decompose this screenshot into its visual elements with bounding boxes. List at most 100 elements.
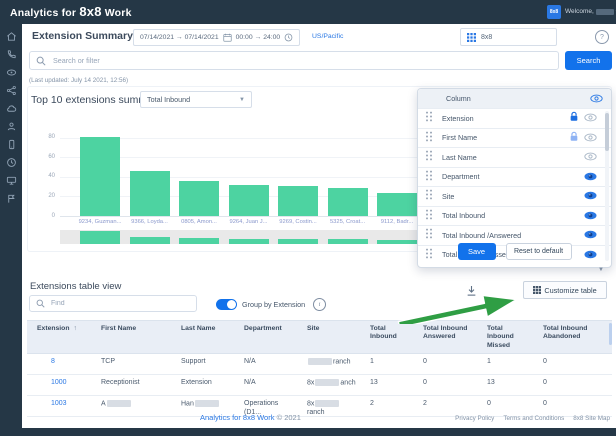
help-icon[interactable]: ? <box>595 30 609 44</box>
8x8-logo-icon: 8x8 <box>547 5 561 19</box>
search-button[interactable]: Search <box>565 51 612 70</box>
column-header-site[interactable]: Site <box>297 321 360 353</box>
drag-handle-icon[interactable] <box>425 129 433 147</box>
column-row-department[interactable]: Department <box>418 167 611 187</box>
sidebar-item-share[interactable] <box>4 86 18 98</box>
drag-handle-icon[interactable] <box>425 109 433 127</box>
eye-icon[interactable] <box>584 109 597 127</box>
sidebar-item-device[interactable] <box>4 140 18 152</box>
sort-ascending-icon: ↑ <box>73 325 76 332</box>
footer-link-8x8-site-map[interactable]: 8x8 Site Map <box>573 415 610 422</box>
footer-brand-link[interactable]: Analytics for 8x8 Work <box>200 413 274 422</box>
eye-all-icon[interactable] <box>590 94 603 103</box>
user-menu[interactable]: Welcome, ▾ <box>565 8 616 15</box>
eye-icon[interactable] <box>584 129 597 147</box>
column-row-site[interactable]: Site <box>418 186 611 206</box>
last-updated-text: (Last updated: July 14 2021, 12:56) <box>29 77 128 84</box>
sidebar-item-home[interactable] <box>4 32 18 44</box>
first-name-cell: TCP <box>91 354 171 374</box>
total-cell: 0 <box>413 354 477 374</box>
timezone-link[interactable]: US/Pacific <box>312 33 343 40</box>
metric-dropdown[interactable]: Total Inbound ▼ <box>140 91 252 108</box>
drag-handle-icon[interactable] <box>425 226 433 244</box>
column-header-total-inbound[interactable]: Total Inbound <box>360 321 413 353</box>
y-tick-label: 60 <box>27 154 55 160</box>
find-input[interactable] <box>49 299 190 308</box>
sidebar-item-phone[interactable] <box>4 50 18 62</box>
analytics-app: Analytics for 8x8 Work 8x8 Welcome, ▾ Ex… <box>0 0 616 436</box>
lock-icon[interactable] <box>569 109 579 127</box>
extension-link[interactable]: 1003 <box>27 396 91 416</box>
sidebar-item-monitor[interactable] <box>4 176 18 188</box>
brand-8x8: 8x8 <box>79 4 101 19</box>
column-header-extension[interactable]: Extension↑ <box>27 321 91 353</box>
eye-icon[interactable] <box>584 168 597 186</box>
drag-handle-icon[interactable] <box>425 168 433 186</box>
search-input[interactable] <box>51 55 552 66</box>
drag-handle-icon[interactable] <box>425 187 433 205</box>
drag-handle-icon[interactable] <box>425 207 433 225</box>
column-header-last-name[interactable]: Last Name <box>171 321 234 353</box>
footer-link-terms-and-conditions[interactable]: Terms and Conditions <box>503 415 564 422</box>
column-row-total-inbound[interactable]: Total Inbound <box>418 206 611 226</box>
save-button[interactable]: Save <box>458 243 496 260</box>
column-header-total-inbound-answered[interactable]: Total Inbound Answered <box>413 321 477 353</box>
column-row-label: Extension <box>442 114 569 123</box>
info-icon[interactable]: i <box>313 298 326 311</box>
extension-link[interactable]: 8 <box>27 354 91 374</box>
extension-link[interactable]: 1000 <box>27 375 91 395</box>
group-by-extension-toggle[interactable] <box>216 299 237 310</box>
column-header-department[interactable]: Department <box>234 321 297 353</box>
eye-icon[interactable] <box>584 187 597 205</box>
download-icon[interactable] <box>466 285 477 297</box>
column-row-extension[interactable]: Extension <box>418 108 611 128</box>
sidebar-item-cloud[interactable] <box>4 104 18 116</box>
reset-to-default-button[interactable]: Reset to default <box>506 243 572 260</box>
table-body: 8TCPSupportN/Aranch10101000ReceptionistE… <box>27 354 612 417</box>
sidebar-item-clock[interactable] <box>4 158 18 170</box>
grid-icon <box>467 33 476 42</box>
column-row-total-inbound-answered[interactable]: Total Inbound /Answered <box>418 225 611 245</box>
search-filter-box <box>29 51 559 70</box>
column-header-total-inbound-abandoned[interactable]: Total Inbound Abandoned <box>533 321 612 353</box>
column-row-label: Total Inbound /Answered <box>442 231 584 240</box>
drag-handle-icon[interactable] <box>425 148 433 166</box>
table-row: 1000ReceptionistExtensionN/A8xanch130130 <box>27 375 612 396</box>
brush-bar <box>229 239 269 244</box>
chart-bar <box>278 186 318 216</box>
table-scrollbar-thumb[interactable] <box>609 323 612 345</box>
site-cell: 8xanch <box>297 375 360 395</box>
scroll-more-icon[interactable]: ▼ <box>598 267 604 273</box>
app-title: Analytics for 8x8 Work <box>10 4 132 19</box>
footer-link-privacy-policy[interactable]: Privacy Policy <box>455 415 494 422</box>
lock-icon[interactable] <box>569 129 579 147</box>
sidebar-item-eye[interactable] <box>4 68 18 80</box>
y-tick-label: 40 <box>27 173 55 179</box>
column-row-first-name[interactable]: First Name <box>418 128 611 148</box>
eye-icon[interactable] <box>584 207 597 225</box>
pbx-selector[interactable]: 8x8 <box>460 28 557 46</box>
total-cell: 0 <box>413 375 477 395</box>
caret-down-icon: ▼ <box>239 97 245 103</box>
total-cell: 13 <box>360 375 413 395</box>
group-by-extension-label: Group by Extension <box>242 300 305 309</box>
total-cell: 1 <box>360 354 413 374</box>
total-cell: 0 <box>533 354 612 374</box>
redacted-text <box>195 400 219 407</box>
bottom-bar <box>0 428 616 436</box>
column-row-last-name[interactable]: Last Name <box>418 147 611 167</box>
customize-table-button[interactable]: Customize table <box>523 281 607 299</box>
column-header-first-name[interactable]: First Name <box>91 321 171 353</box>
sidebar-item-flag[interactable] <box>4 194 18 206</box>
date-range-picker[interactable]: 07/14/2021 → 07/14/2021 00:00 → 24:00 <box>133 29 300 46</box>
first-name-cell: Receptionist <box>91 375 171 395</box>
column-header-total-inbound-missed[interactable]: Total Inbound Missed <box>477 321 533 353</box>
page-title: Extension Summary <box>32 30 133 42</box>
sidebar-item-user[interactable] <box>4 122 18 134</box>
clock-icon <box>6 155 17 173</box>
eye-icon[interactable] <box>584 148 597 166</box>
annotation-arrow <box>390 284 525 324</box>
popup-scrollbar-thumb[interactable] <box>605 113 609 151</box>
table-view-title: Extensions table view <box>30 281 121 292</box>
eye-icon[interactable] <box>584 226 597 244</box>
